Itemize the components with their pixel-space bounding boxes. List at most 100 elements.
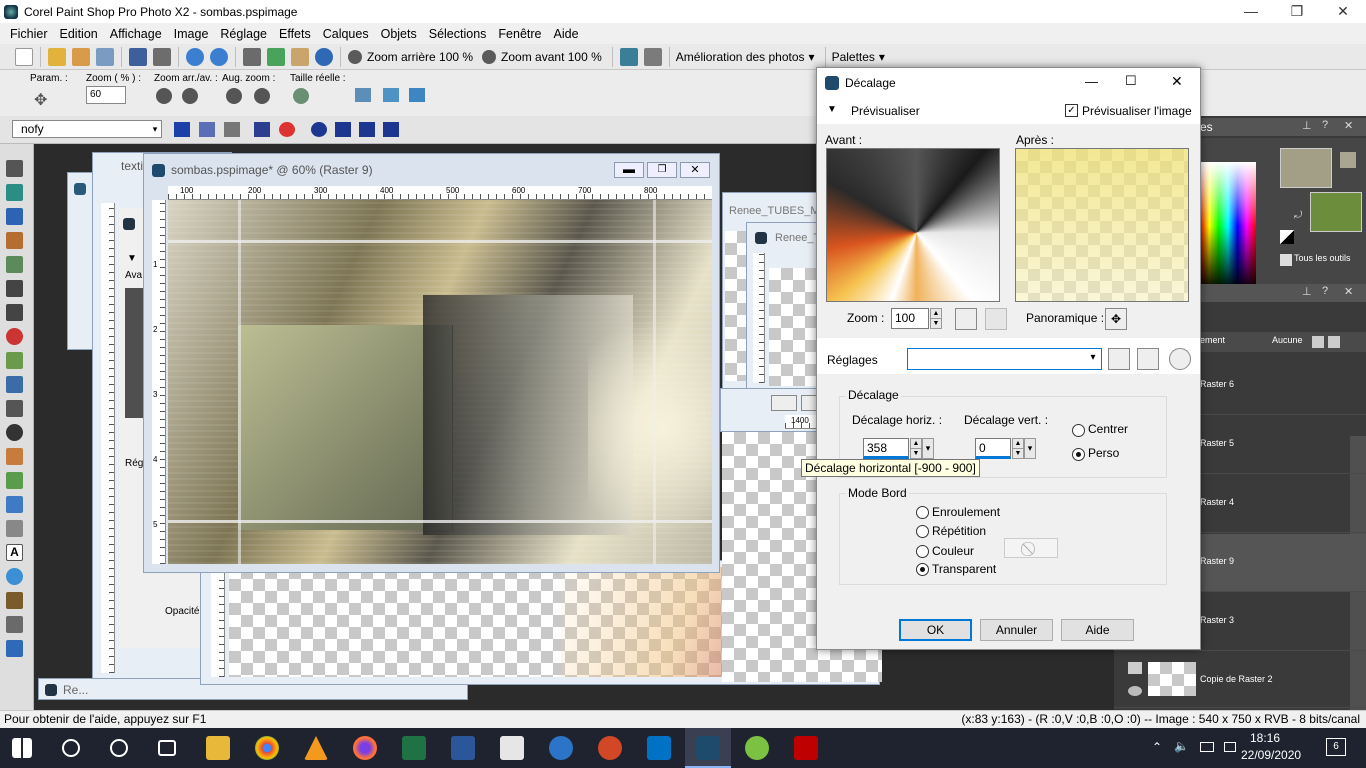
paint-brush-icon[interactable]	[6, 448, 23, 465]
zoom-input[interactable]: 100	[891, 308, 929, 329]
dialog-minimize-button[interactable]: —	[1085, 74, 1098, 89]
vert-down-button[interactable]: ▼	[1012, 448, 1024, 459]
full-screen-icon[interactable]	[409, 88, 425, 102]
zoom-out-icon[interactable]	[348, 49, 362, 64]
warp-brush-icon[interactable]	[6, 616, 23, 633]
retouch-tool-icon[interactable]	[6, 640, 23, 657]
zoom-more-icon[interactable]	[226, 88, 242, 104]
presets-select[interactable]	[907, 348, 1102, 370]
makeover-tool-icon[interactable]	[6, 352, 23, 369]
globe-app-icon[interactable]	[549, 736, 573, 760]
vlc-icon[interactable]	[304, 736, 328, 760]
text-tool-icon[interactable]: A	[6, 544, 23, 561]
filezilla-like-icon[interactable]	[745, 736, 769, 760]
word-icon[interactable]	[451, 736, 475, 760]
wrap-radio[interactable]	[916, 506, 929, 519]
organizer-icon[interactable]	[267, 47, 285, 66]
horiz-dropdown-button[interactable]: ▾	[922, 438, 934, 459]
menu-aide[interactable]: Aide	[548, 27, 585, 41]
chrome-icon[interactable]	[255, 736, 279, 760]
color-picker-gradient[interactable]	[1200, 162, 1256, 290]
layer-lock-icon[interactable]	[1328, 336, 1340, 348]
menu-calques[interactable]: Calques	[317, 27, 375, 41]
menu-fichier[interactable]: Fichier	[4, 27, 54, 41]
run-script-icon[interactable]	[174, 122, 190, 137]
pan-icon[interactable]: ✥	[1105, 308, 1127, 330]
reset-colors-icon[interactable]	[1280, 230, 1294, 244]
record-icon[interactable]	[311, 122, 327, 137]
menu-effets[interactable]: Effets	[273, 27, 317, 41]
filezilla-icon[interactable]	[794, 736, 818, 760]
transparent-radio[interactable]	[916, 563, 929, 576]
pin-icon[interactable]: ⊥	[1302, 285, 1312, 298]
menu-image[interactable]: Image	[168, 27, 215, 41]
menu-edition[interactable]: Edition	[54, 27, 104, 41]
excel-icon[interactable]	[402, 736, 426, 760]
dialog-maximize-button[interactable]: ☐	[1125, 73, 1137, 89]
new-file-icon[interactable]	[15, 47, 33, 66]
horiz-down-button[interactable]: ▼	[910, 448, 922, 459]
browse-icon[interactable]	[72, 47, 90, 66]
menu-selections[interactable]: Sélections	[423, 27, 493, 41]
horiz-offset-input[interactable]: 358	[863, 438, 909, 459]
blend-mode-select[interactable]: ement	[1200, 335, 1225, 345]
document-window-renee-2[interactable]: Renee_T	[746, 222, 823, 392]
repeat-radio[interactable]	[916, 525, 929, 538]
view-options-icon[interactable]	[643, 47, 662, 66]
zoom-fit-icon[interactable]	[955, 308, 977, 330]
scan-icon[interactable]	[96, 47, 114, 66]
pen-tool-icon[interactable]	[6, 496, 23, 513]
move-tool-icon[interactable]	[6, 208, 23, 225]
color-radio[interactable]	[916, 545, 929, 558]
script-select[interactable]: nofy	[12, 120, 162, 138]
minimize-doc-button[interactable]: ▬	[614, 162, 644, 178]
stop-icon[interactable]	[359, 122, 375, 137]
pin-icon[interactable]: ⊥	[1302, 119, 1312, 132]
powerpoint-icon[interactable]	[598, 736, 622, 760]
search-icon[interactable]	[62, 739, 80, 757]
mask-select[interactable]: Aucune	[1272, 335, 1303, 345]
zoom-in-button[interactable]: Zoom avant 100 %	[501, 50, 602, 64]
menu-reglage[interactable]: Réglage	[214, 27, 273, 41]
actual-size-icon[interactable]	[293, 88, 309, 104]
red-eye-tool-icon[interactable]	[6, 328, 23, 345]
zoom-down-button[interactable]: ▼	[930, 318, 942, 329]
help-icon[interactable]: ?	[1322, 119, 1328, 131]
dialog-close-button[interactable]: ✕	[1171, 73, 1183, 90]
foreground-swatch[interactable]	[1280, 148, 1332, 188]
lasso-tool-icon[interactable]	[6, 232, 23, 249]
open-folder-icon[interactable]	[48, 47, 66, 66]
paint-shop-task-active[interactable]	[685, 728, 731, 768]
zoom-in-icon[interactable]	[182, 88, 198, 104]
eye-icon[interactable]	[1128, 686, 1142, 696]
zoom-out-button[interactable]: Zoom arrière 100 %	[367, 50, 473, 64]
collapse-arrow-icon[interactable]: ▼	[827, 104, 837, 115]
swap-icon[interactable]: ⤾	[1294, 210, 1304, 222]
crop-tool-icon[interactable]	[6, 280, 23, 297]
record-script-icon[interactable]	[254, 122, 270, 137]
store-icon[interactable]	[500, 736, 524, 760]
reset-icon[interactable]	[1169, 348, 1191, 370]
zoom-magnifier-icon[interactable]	[985, 308, 1007, 330]
pan-tool-icon[interactable]	[6, 160, 23, 177]
print-icon[interactable]	[153, 47, 171, 66]
preview-toggle-label[interactable]: Prévisualiser	[851, 104, 920, 118]
zoom-in-icon[interactable]	[482, 49, 497, 64]
close-icon[interactable]: ✕	[1344, 285, 1353, 298]
save-icon[interactable]	[129, 47, 147, 66]
preset-shape-icon[interactable]	[6, 568, 23, 585]
menu-objets[interactable]: Objets	[375, 27, 423, 41]
save-preset-icon[interactable]	[1108, 348, 1130, 370]
cortana-icon[interactable]	[110, 739, 128, 757]
history-icon[interactable]	[243, 47, 261, 66]
custom-radio[interactable]	[1072, 448, 1085, 461]
info-icon[interactable]	[315, 47, 333, 66]
start-windows-icon[interactable]	[12, 738, 32, 758]
layer-row[interactable]: Copie de Raster 2	[1114, 652, 1366, 708]
zoom-less-icon[interactable]	[254, 88, 270, 104]
straighten-tool-icon[interactable]	[6, 304, 23, 321]
dropper-tool-icon[interactable]	[6, 256, 23, 273]
clone-tool-icon[interactable]	[6, 376, 23, 393]
pen-draw-icon[interactable]	[6, 592, 23, 609]
zoom-tool-icon[interactable]	[6, 184, 23, 201]
